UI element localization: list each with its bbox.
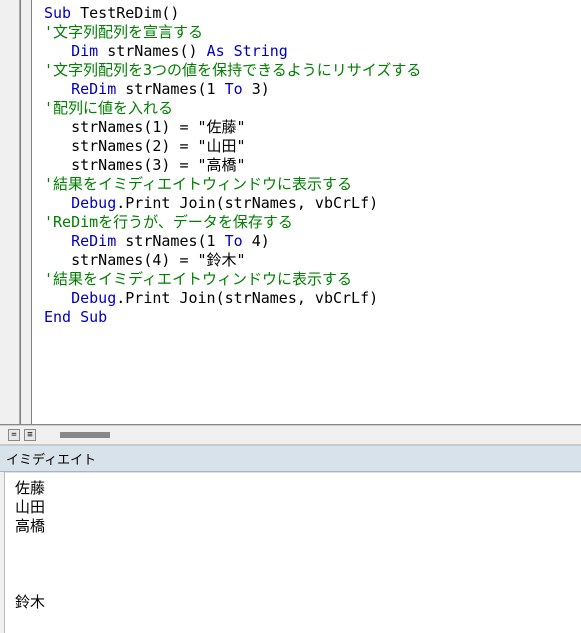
view-mode-btn-2[interactable]: ≡: [24, 429, 36, 441]
splitter-bar[interactable]: = ≡: [0, 425, 581, 445]
immediate-window-title: イミディエイト: [0, 445, 581, 472]
editor-margin: [20, 0, 32, 424]
view-mode-btn-1[interactable]: =: [8, 429, 20, 441]
immediate-window-output[interactable]: 佐藤 山田 高橋 鈴木: [5, 472, 581, 633]
editor-gutter: [0, 0, 20, 424]
splitter-grip[interactable]: [60, 432, 110, 438]
code-editor[interactable]: Sub TestReDim() '文字列配列を宣言する Dim strNames…: [0, 0, 581, 425]
code-content[interactable]: Sub TestReDim() '文字列配列を宣言する Dim strNames…: [32, 0, 581, 424]
